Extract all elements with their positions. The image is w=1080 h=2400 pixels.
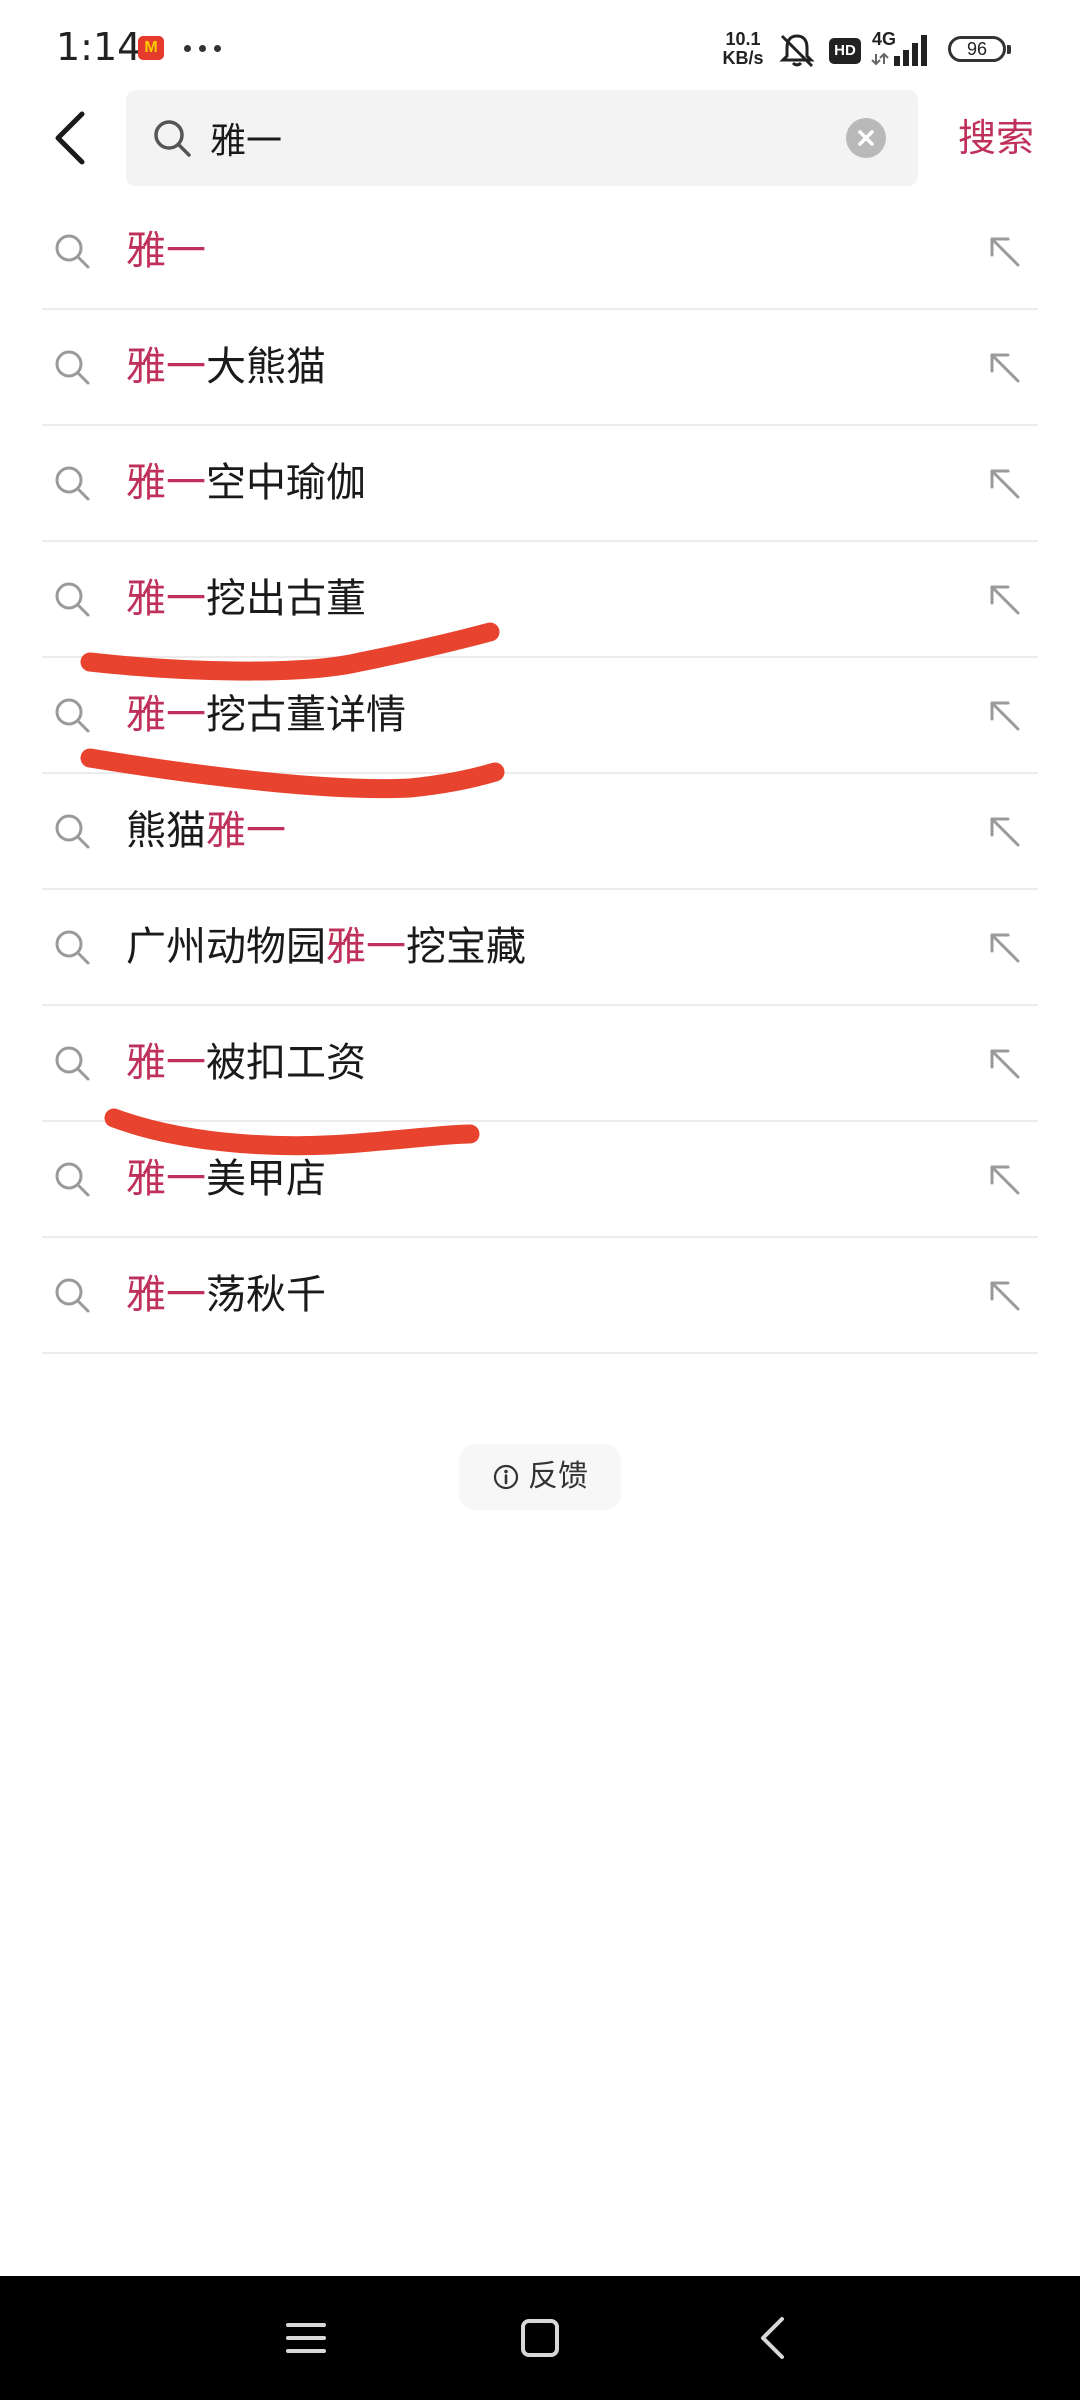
suggestion-text: 雅一挖古董详情 [126,658,406,772]
home-square-icon [521,2319,559,2357]
search-box[interactable] [126,90,918,186]
muted-bell-icon [779,34,815,68]
back-button[interactable] [40,100,100,176]
suggestion-text: 雅一大熊猫 [126,310,326,424]
status-bar: 1:14 M 10.1 KB/s HD 4G 96 [0,0,1080,92]
suggestion-highlight: 雅一 [126,1272,206,1318]
nav-home-button[interactable] [508,2306,572,2370]
arrow-up-left-icon[interactable] [982,693,1026,737]
hd-badge: HD [829,38,861,64]
suggestion-text: 雅一美甲店 [126,1122,326,1236]
suggestion-post: 被扣工资 [206,1040,366,1086]
system-nav-bar [0,2276,1080,2400]
suggestion-item[interactable]: 雅一美甲店 [42,1122,1038,1238]
suggestion-highlight: 雅一 [126,1156,206,1202]
chevron-left-icon [55,111,85,165]
arrow-up-left-icon[interactable] [982,809,1026,853]
more-notifications-icon [184,45,221,52]
search-icon [154,120,191,157]
arrow-up-left-icon[interactable] [982,229,1026,273]
search-icon [55,466,90,501]
suggestion-item[interactable]: 熊猫雅一 [42,774,1038,890]
search-icon [55,234,90,269]
suggestion-post: 荡秋千 [206,1272,326,1318]
arrow-up-left-icon[interactable] [982,1041,1026,1085]
arrow-up-left-icon[interactable] [982,1157,1026,1201]
arrow-up-left-icon[interactable] [982,345,1026,389]
suggestion-post: 挖宝藏 [406,924,526,970]
battery-level: 96 [966,39,988,59]
suggestion-highlight: 雅一 [126,576,206,622]
arrow-up-left-icon[interactable] [982,925,1026,969]
search-icon [55,1162,90,1197]
back-triangle-icon [761,2317,784,2359]
suggestion-highlight: 雅一 [126,228,206,274]
suggestion-item[interactable]: 广州动物园雅一挖宝藏 [42,890,1038,1006]
menu-icon [286,2323,326,2353]
network-speed-unit: KB/s [722,48,764,68]
status-time: 1:14 [56,25,142,69]
suggestion-post: 空中瑜伽 [206,460,366,506]
app-notification-icon-label: M [144,39,158,56]
battery-icon: 96 [948,36,1011,62]
search-submit-button[interactable]: 搜索 [958,108,1034,168]
suggestion-highlight: 雅一 [326,924,406,970]
arrow-up-left-icon[interactable] [982,461,1026,505]
clear-icon [858,130,874,146]
suggestion-item[interactable]: 雅一荡秋千 [42,1238,1038,1354]
feedback-button[interactable]: 反馈 [459,1444,621,1510]
suggestion-text: 广州动物园雅一挖宝藏 [126,890,526,1004]
info-icon [493,1464,519,1490]
search-input[interactable] [210,90,810,186]
nav-menu-button[interactable] [274,2306,338,2370]
arrow-up-left-icon[interactable] [982,1273,1026,1317]
suggestion-pre: 熊猫 [126,808,206,854]
suggestion-text: 雅一空中瑜伽 [126,426,366,540]
suggestion-item[interactable]: 雅一空中瑜伽 [42,426,1038,542]
suggestion-post: 挖古董详情 [206,692,406,738]
suggestion-text: 雅一被扣工资 [126,1006,366,1120]
search-icon [55,698,90,733]
suggestion-item[interactable]: 雅一 [42,194,1038,310]
search-icon [55,814,90,849]
search-icon [55,582,90,617]
suggestion-highlight: 雅一 [126,344,206,390]
network-type: 4G [872,29,897,49]
suggestion-text: 雅一 [126,194,206,308]
arrow-up-left-icon[interactable] [982,577,1026,621]
search-icon [55,350,90,385]
suggestion-item[interactable]: 雅一大熊猫 [42,310,1038,426]
suggestion-highlight: 雅一 [126,1040,206,1086]
suggestion-highlight: 雅一 [126,692,206,738]
suggestion-item[interactable]: 雅一挖出古董 [42,542,1038,658]
suggestion-highlight: 雅一 [126,460,206,506]
search-icon [55,1046,90,1081]
nav-back-button[interactable] [740,2306,804,2370]
suggestion-list: 雅一 雅一大熊猫 雅一空中瑜伽 雅一挖出古董 雅一挖古董详情 熊猫雅一 广州动物园雅一挖宝藏… [42,194,1038,1354]
suggestion-text: 雅一挖出古董 [126,542,366,656]
search-icon [55,1278,90,1313]
suggestion-post: 大熊猫 [206,344,326,390]
search-icon [55,930,90,965]
suggestion-pre: 广州动物园 [126,924,326,970]
feedback-label: 反馈 [528,1459,588,1494]
suggestion-text: 雅一荡秋千 [126,1238,326,1352]
suggestion-item[interactable]: 雅一被扣工资 [42,1006,1038,1122]
suggestion-text: 熊猫雅一 [126,774,286,888]
network-speed-value: 10.1 [725,29,761,49]
network-speed: 10.1 KB/s [716,30,770,68]
app-notification-icon: M [138,36,164,60]
clear-search-button[interactable] [846,118,886,158]
suggestion-item[interactable]: 雅一挖古董详情 [42,658,1038,774]
suggestion-post: 挖出古董 [206,576,366,622]
suggestion-post: 美甲店 [206,1156,326,1202]
suggestion-highlight: 雅一 [206,808,286,854]
